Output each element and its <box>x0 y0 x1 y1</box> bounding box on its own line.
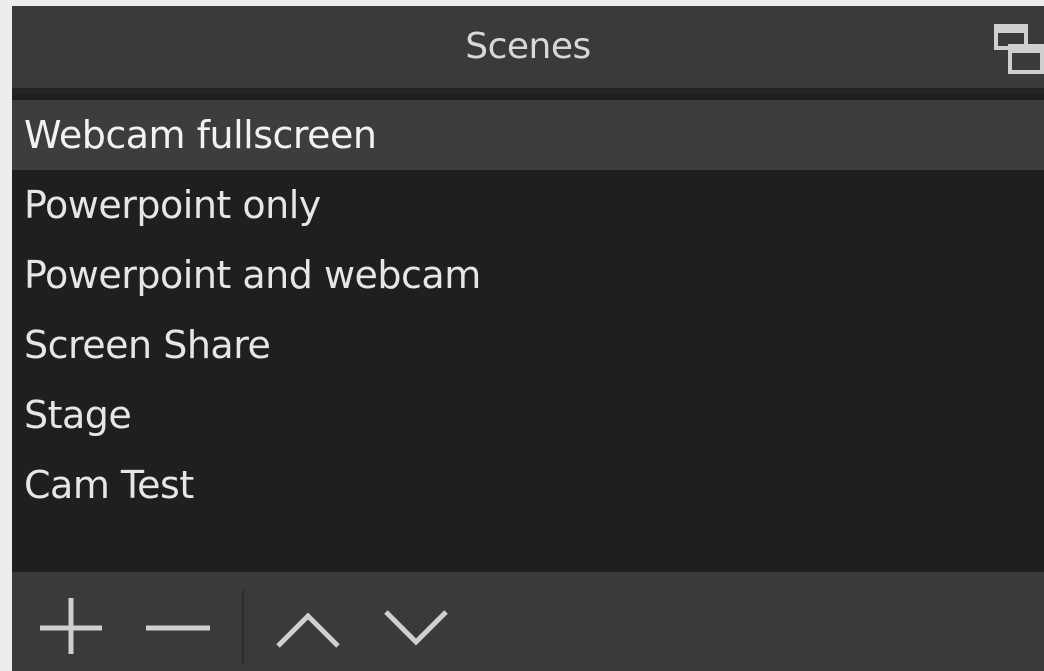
plus-icon <box>40 598 102 658</box>
scene-item-powerpoint-only[interactable]: Powerpoint only <box>12 170 1044 240</box>
dock-header: Scenes <box>12 6 1044 88</box>
scene-toolbar <box>12 572 1044 671</box>
scene-list[interactable]: Webcam fullscreen Powerpoint only Powerp… <box>12 94 1044 572</box>
scenes-dock: Scenes Webcam fullscreen Powerpoint only… <box>12 6 1044 671</box>
remove-scene-button[interactable] <box>140 590 220 654</box>
minus-icon <box>146 625 210 631</box>
undock-icon[interactable] <box>992 24 1044 76</box>
scene-item-webcam-fullscreen[interactable]: Webcam fullscreen <box>12 100 1044 170</box>
move-scene-up-button[interactable] <box>270 590 350 654</box>
add-scene-button[interactable] <box>32 590 112 658</box>
scene-item-stage[interactable]: Stage <box>12 380 1044 450</box>
dock-title: Scenes <box>465 26 591 67</box>
scene-item-powerpoint-and-webcam[interactable]: Powerpoint and webcam <box>12 240 1044 310</box>
toolbar-divider <box>242 590 244 664</box>
scene-item-screen-share[interactable]: Screen Share <box>12 310 1044 380</box>
chevron-down-icon <box>384 610 448 646</box>
chevron-up-icon <box>276 612 340 648</box>
move-scene-down-button[interactable] <box>376 590 456 654</box>
scene-item-cam-test[interactable]: Cam Test <box>12 450 1044 520</box>
